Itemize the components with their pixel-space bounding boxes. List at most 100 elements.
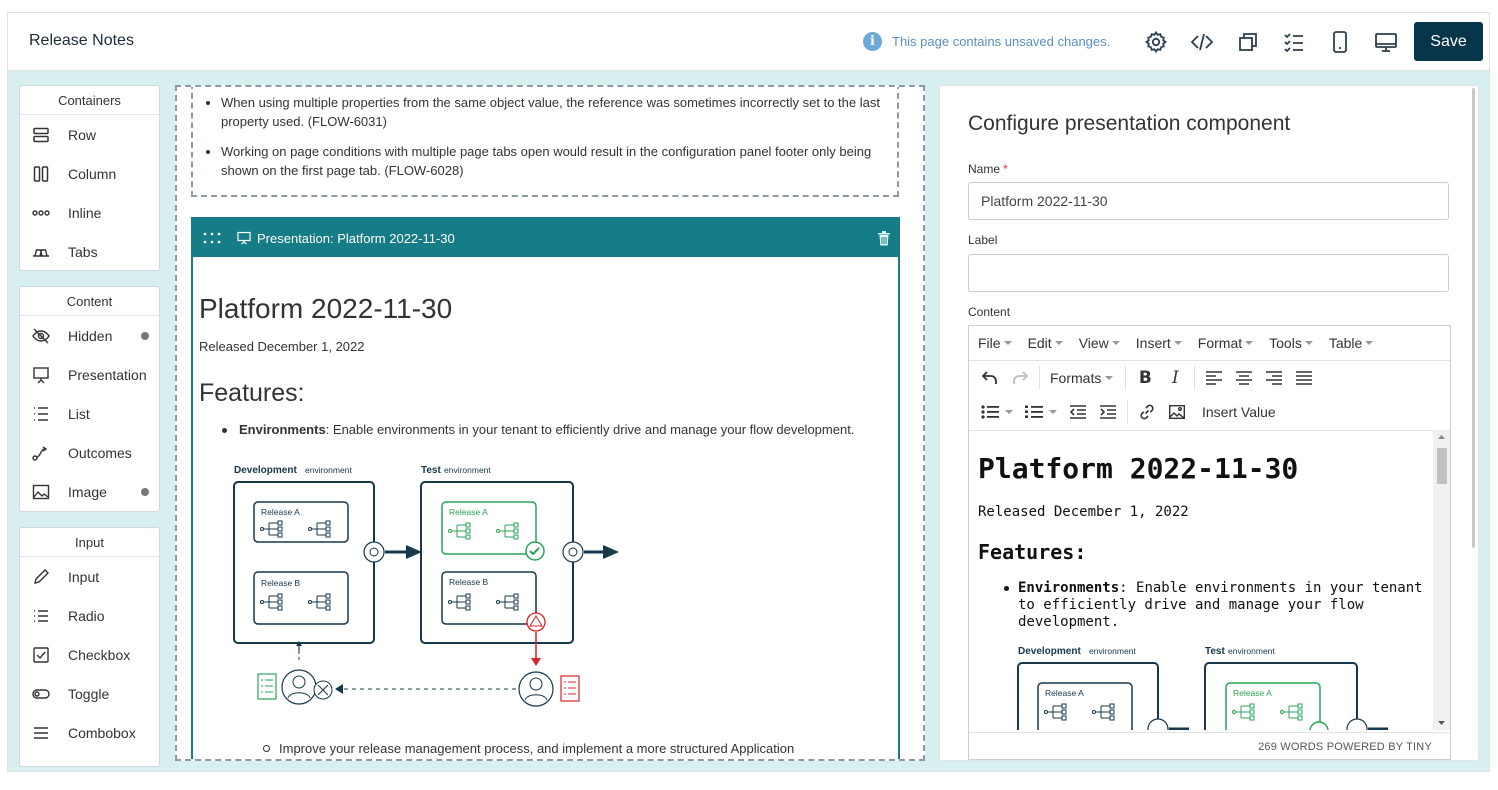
desktop-preview-icon[interactable]: [1374, 30, 1398, 54]
editor-release-date: Released December 1, 2022: [978, 504, 1189, 520]
pencil-icon: [32, 568, 50, 586]
insert-image-icon[interactable]: [1162, 398, 1192, 426]
toolbar-separator: [1125, 366, 1127, 390]
previous-component[interactable]: When using multiple properties from the …: [191, 87, 901, 197]
scroll-down-icon[interactable]: [1433, 718, 1450, 728]
editor-statusbar: 269 WORDS POWERED BY TINY: [969, 732, 1450, 759]
palette-item-label: Row: [68, 126, 97, 143]
image-icon: [32, 483, 50, 501]
palette-item-image[interactable]: Image: [20, 472, 159, 511]
formats-label: Formats: [1050, 370, 1102, 386]
features-heading: Features:: [199, 379, 305, 407]
chevron-down-icon: [1365, 341, 1374, 345]
presentation-body: Platform 2022-11-30 Released December 1,…: [199, 257, 899, 759]
menu-tools[interactable]: Tools: [1269, 335, 1313, 351]
env-word: environment: [444, 465, 491, 475]
chevron-down-icon[interactable]: [1005, 410, 1013, 414]
chevron-down-icon: [1003, 341, 1012, 345]
palette-item-outcomes[interactable]: Outcomes: [20, 433, 159, 472]
menu-format[interactable]: Format: [1198, 335, 1254, 351]
panel-scrollbar[interactable]: [1472, 88, 1475, 548]
release-date: Released December 1, 2022: [199, 339, 365, 354]
checklist-icon[interactable]: [1282, 30, 1306, 54]
trash-icon[interactable]: [877, 230, 891, 246]
menu-label: View: [1078, 335, 1109, 351]
menu-file[interactable]: File: [978, 335, 1012, 351]
config-title: Configure presentation component: [968, 112, 1291, 135]
menu-insert[interactable]: Insert: [1136, 335, 1182, 351]
editor-content-area[interactable]: Platform 2022-11-30 Released December 1,…: [969, 430, 1435, 730]
palette-containers: Containers Row Column Inline Tabs: [19, 85, 160, 271]
settings-gear-icon[interactable]: [1144, 30, 1168, 54]
align-justify-icon[interactable]: [1289, 364, 1319, 392]
italic-icon[interactable]: I: [1160, 364, 1190, 392]
insert-value-button[interactable]: Insert Value: [1202, 404, 1276, 420]
scrollbar-thumb[interactable]: [1437, 448, 1447, 484]
release-a-label: Release A: [261, 507, 300, 517]
eye-slash-icon: [32, 327, 50, 345]
editor-scrollbar[interactable]: [1433, 430, 1450, 730]
link-icon[interactable]: [1132, 398, 1162, 426]
environments-bullet: Environments: Enable environments in you…: [222, 422, 899, 437]
palette-item-label: Outcomes: [68, 444, 132, 461]
code-icon[interactable]: [1190, 30, 1214, 54]
formats-dropdown[interactable]: Formats: [1050, 370, 1114, 386]
name-input[interactable]: [968, 182, 1449, 220]
sub-bullet: Improve your release management process,…: [262, 741, 795, 756]
palette-item-label: Hidden: [68, 327, 113, 344]
editor-diagram-image: Development environment Release A Test e…: [1017, 646, 1388, 730]
editor-title: Platform 2022-11-30: [978, 452, 1299, 485]
palette-item-inline[interactable]: Inline: [20, 193, 159, 232]
copy-icon[interactable]: [1236, 30, 1260, 54]
label-input[interactable]: [968, 254, 1449, 292]
palette-item-list[interactable]: List: [20, 394, 159, 433]
bold-icon[interactable]: B: [1130, 364, 1160, 392]
palette-item-input[interactable]: Input: [20, 557, 159, 596]
palette-item-presentation[interactable]: Presentation: [20, 355, 159, 394]
palette-item-column[interactable]: Column: [20, 154, 159, 193]
radio-list-icon: [32, 607, 50, 625]
palette-item-checkbox[interactable]: Checkbox: [20, 635, 159, 674]
palette-item-combobox[interactable]: Combobox: [20, 713, 159, 752]
menu-label: Tools: [1269, 335, 1302, 351]
numbered-list-icon[interactable]: [1019, 398, 1049, 426]
chevron-down-icon: [1105, 376, 1114, 380]
menu-edit[interactable]: Edit: [1028, 335, 1063, 351]
palette-item-tabs[interactable]: Tabs: [20, 232, 159, 271]
palette-item-radio[interactable]: Radio: [20, 596, 159, 635]
dev-env-label: Development: [234, 465, 297, 476]
redo-icon[interactable]: [1005, 364, 1035, 392]
mobile-preview-icon[interactable]: [1328, 30, 1352, 54]
release-b-label: Release B: [449, 577, 489, 587]
release-b-label: Release B: [261, 578, 301, 588]
menu-label: Edit: [1027, 335, 1052, 351]
combobox-icon: [32, 724, 50, 742]
menu-table[interactable]: Table: [1329, 335, 1374, 351]
unsaved-notice-text: This page contains unsaved changes.: [892, 34, 1111, 49]
bullet-list-icon[interactable]: [975, 398, 1005, 426]
palette-item-row[interactable]: Row: [20, 115, 159, 154]
palette-item-label: Combobox: [68, 724, 136, 741]
menu-label: File: [978, 335, 1001, 351]
toolbar-separator: [1194, 366, 1196, 390]
align-right-icon[interactable]: [1259, 364, 1289, 392]
palette-item-toggle[interactable]: Toggle: [20, 674, 159, 713]
bullet-list: When using multiple properties from the …: [221, 93, 901, 191]
drag-grip-icon[interactable]: [203, 231, 225, 245]
menu-view[interactable]: View: [1079, 335, 1120, 351]
presentation-component[interactable]: Presentation: Platform 2022-11-30 Platfo…: [191, 217, 900, 759]
palette-item-hidden[interactable]: Hidden: [20, 316, 159, 355]
undo-icon[interactable]: [975, 364, 1005, 392]
editor-features-heading: Features:: [978, 540, 1087, 564]
align-center-icon[interactable]: [1229, 364, 1259, 392]
scroll-up-icon[interactable]: [1433, 432, 1450, 442]
indent-icon[interactable]: [1093, 398, 1123, 426]
name-label: Name *: [968, 162, 1008, 176]
editor-environments-bullet: Environments: Enable environments in you…: [1004, 580, 1428, 631]
chevron-down-icon[interactable]: [1049, 410, 1057, 414]
outdent-icon[interactable]: [1063, 398, 1093, 426]
tabs-icon: [32, 243, 50, 261]
save-button[interactable]: Save: [1414, 22, 1483, 61]
align-left-icon[interactable]: [1199, 364, 1229, 392]
presentation-component-header[interactable]: Presentation: Platform 2022-11-30: [193, 219, 898, 257]
